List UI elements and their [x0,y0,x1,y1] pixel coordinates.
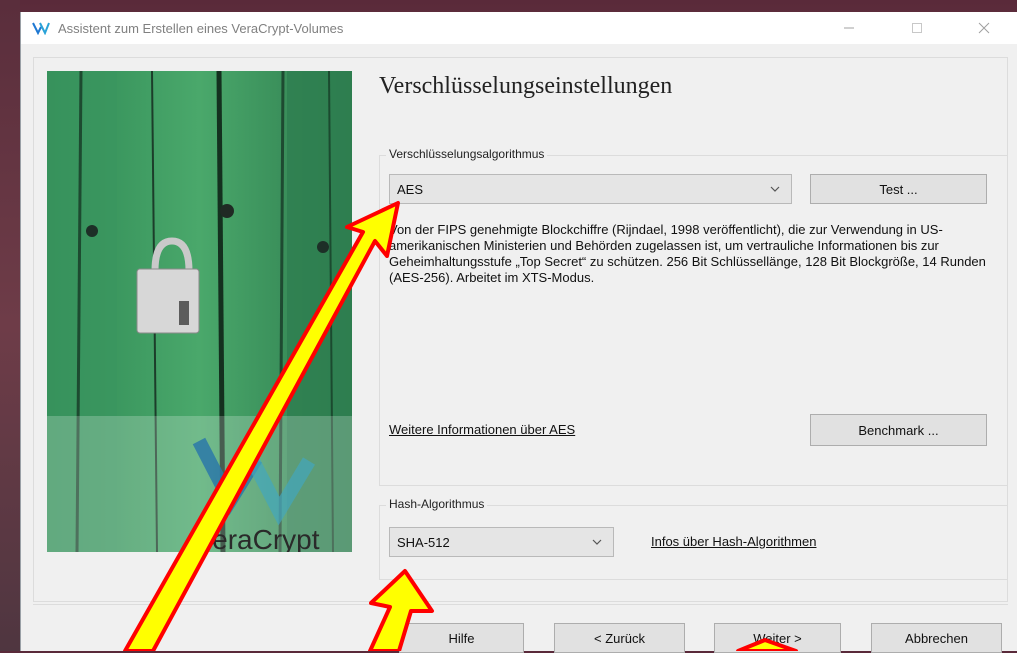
hash-group-label: Hash-Algorithmus [386,497,488,511]
title-bar: Assistent zum Erstellen eines VeraCrypt-… [21,12,1017,44]
veracrypt-app-icon [32,21,50,35]
cancel-button[interactable]: Abbrechen [871,623,1002,653]
hash-info-link[interactable]: Infos über Hash-Algorithmen [651,534,816,549]
test-button[interactable]: Test ... [810,174,987,204]
window-title: Assistent zum Erstellen eines VeraCrypt-… [58,20,344,36]
back-button[interactable]: < Zurück [554,623,685,653]
next-button[interactable]: Weiter > [714,623,841,653]
close-button[interactable] [961,12,1007,44]
hash-algorithm-value: SHA-512 [397,534,450,550]
encryption-group-label: Verschlüsselungsalgorithmus [386,147,548,161]
footer-separator [33,604,1008,605]
maximize-icon [912,23,922,33]
chevron-down-icon [770,186,780,192]
close-icon [978,22,990,34]
minimize-button[interactable] [826,12,872,44]
maximize-button[interactable] [894,12,940,44]
help-button[interactable]: Hilfe [399,623,524,653]
chevron-down-icon [592,539,602,545]
wizard-window: Assistent zum Erstellen eines VeraCrypt-… [20,12,1017,653]
wizard-client-area: VeraCrypt Verschlüsselungseinstellungen … [21,44,1017,653]
desktop-background-left [0,0,20,651]
more-info-aes-link[interactable]: Weitere Informationen über AES [389,422,575,437]
encryption-algorithm-select[interactable]: AES [389,174,792,204]
veracrypt-logo-text: VeraCrypt [195,524,320,552]
side-image: VeraCrypt [47,71,352,552]
page-title: Verschlüsselungseinstellungen [379,73,673,99]
benchmark-button[interactable]: Benchmark ... [810,414,987,446]
minimize-icon [844,27,854,29]
hash-algorithm-select[interactable]: SHA-512 [389,527,614,557]
algorithm-description: Von der FIPS genehmigte Blockchiffre (Ri… [389,222,986,285]
encryption-algorithm-value: AES [397,181,424,197]
